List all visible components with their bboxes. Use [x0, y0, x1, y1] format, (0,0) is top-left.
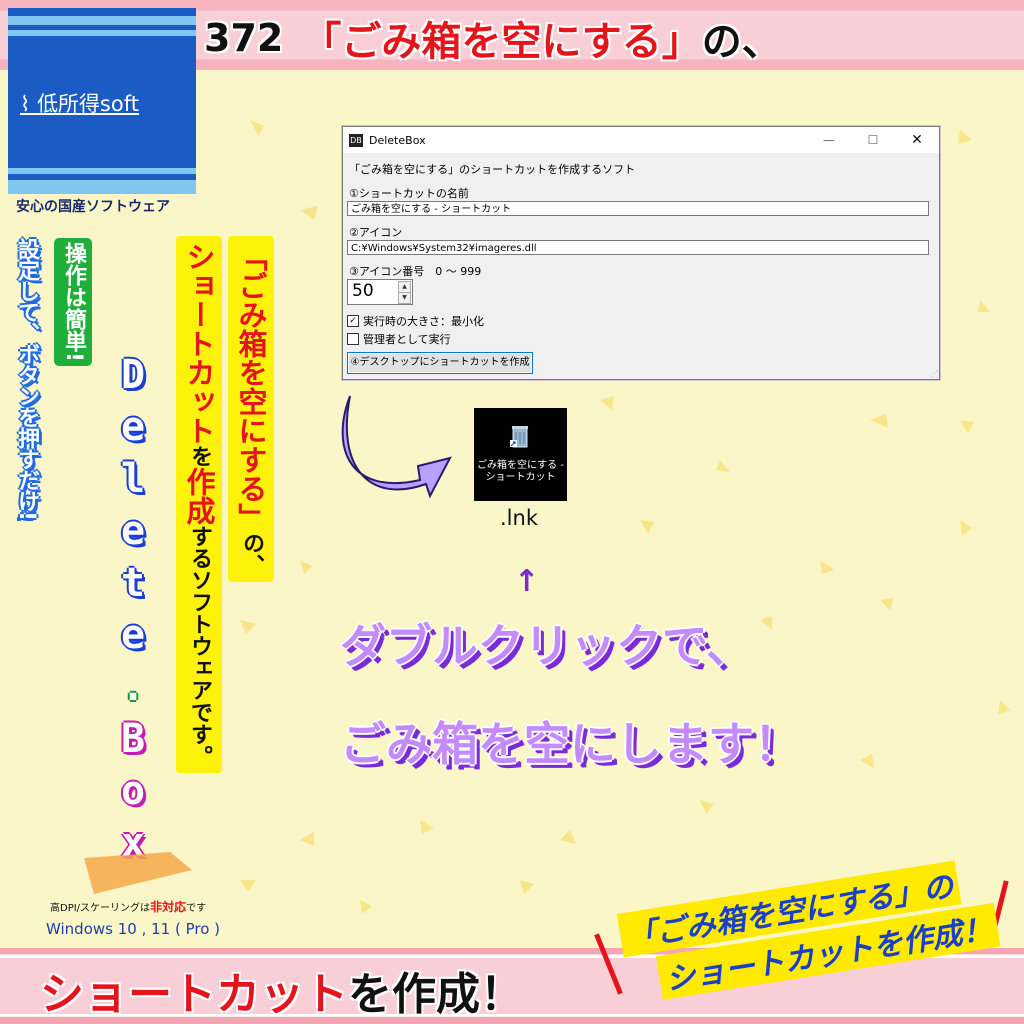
article-number: 372 [204, 16, 284, 60]
antenna-icon: ⌇ [20, 92, 37, 116]
shortcut-name-input[interactable]: ごみ箱を空にする - ショートカット [347, 201, 929, 216]
brand-name: ⌇ 低所得soft [20, 92, 139, 116]
app-icon: DB [349, 133, 363, 147]
shortcut-extension: .lnk [500, 506, 538, 530]
callout-empty-bin: ごみ箱を空にします！ [340, 717, 800, 771]
checkbox-checked-icon[interactable]: ✓ [347, 315, 359, 327]
stepper-down-icon[interactable]: ▼ [398, 292, 411, 304]
brand-tagline: 安心の国産ソフトウェア [16, 199, 170, 215]
label-icon: ②アイコン [349, 226, 403, 239]
icon-index-stepper[interactable]: 50 ▲ ▼ [347, 279, 413, 305]
minimize-checkbox[interactable]: ✓ 実行時の大きさ：最小化 [347, 313, 484, 329]
icon-index-value[interactable]: 50 [352, 281, 374, 301]
shortcut-desktop-icon[interactable]: ごみ箱を空にする - ショートカット [474, 408, 567, 501]
deletebox-window: DB DeleteBox — ☐ ✕ 「ごみ箱を空にする」のショートカットを作成… [342, 126, 940, 380]
close-button[interactable]: ✕ [895, 127, 939, 153]
dpi-note: 高DPI/スケーリングは非対応です [50, 900, 207, 914]
app-name-vertical: Delete.Box [110, 352, 156, 872]
vertical-caption-green: 操作は簡単! [54, 238, 92, 367]
title-suffix: の、 [701, 19, 782, 65]
create-shortcut-button[interactable]: ④デスクトップにショートカットを作成 [347, 352, 533, 374]
icon-path-input[interactable]: C:¥Windows¥System32¥imageres.dll [347, 240, 929, 255]
window-title: DeleteBox [369, 133, 426, 147]
footer-title: ショートカットを作成！ [40, 969, 524, 1020]
page-title: 372 「ごみ箱を空にする」 の、 [204, 10, 782, 66]
label-icon-index: ③アイコン番号 0 ～ 999 [349, 265, 482, 278]
curved-arrow-icon [341, 395, 452, 499]
up-arrow-icon: ↑ [514, 564, 540, 599]
windows-version: Windows 10 , 11 ( Pro ) [46, 920, 221, 938]
vertical-caption-blue: 設定して、ボタンを押すだけ! [14, 238, 39, 521]
title-highlight: 「ごみ箱を空にする」 [301, 19, 702, 65]
label-shortcut-name: ①ショートカットの名前 [349, 187, 469, 200]
window-description: 「ごみ箱を空にする」のショートカットを作成するソフト [349, 163, 636, 176]
resize-grip-icon[interactable]: ⋰ [930, 369, 938, 378]
brand-logo: ⌇ 低所得soft [8, 8, 196, 194]
minimize-button[interactable]: — [807, 127, 851, 153]
maximize-button[interactable]: ☐ [851, 127, 895, 153]
shortcut-icon-label: ごみ箱を空にする - ショートカット [477, 460, 564, 483]
recycle-bin-icon [510, 426, 528, 448]
callout-double-click: ダブルクリックで、 [340, 619, 753, 673]
window-titlebar[interactable]: DB DeleteBox — ☐ ✕ [343, 127, 939, 153]
vertical-caption-description: ショートカットを作成するソフトウェアです。 [176, 236, 222, 773]
admin-checkbox[interactable]: 管理者として実行 [347, 331, 451, 347]
floor-shadow-shape [84, 852, 192, 894]
checkbox-unchecked-icon[interactable] [347, 333, 359, 345]
vertical-caption-title: 「ごみ箱を空にする」の、 [228, 236, 274, 582]
